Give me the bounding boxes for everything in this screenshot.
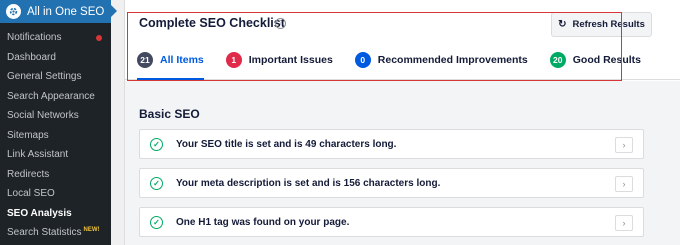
checklist-item[interactable]: ✓ Your SEO title is set and is 49 charac… xyxy=(139,129,644,159)
sidebar-header[interactable]: All in One SEO xyxy=(0,0,111,23)
tab-label: Recommended Improvements xyxy=(377,54,528,66)
tab-all-items[interactable]: 21 All Items xyxy=(137,52,204,80)
sidebar-item-label: Notifications xyxy=(7,32,62,44)
sidebar-item-dashboard[interactable]: Dashboard xyxy=(0,48,111,68)
refresh-button-label: Refresh Results xyxy=(572,19,645,30)
sidebar-item-label: Sitemaps xyxy=(7,129,49,141)
sidebar-item-label: General Settings xyxy=(7,71,82,83)
page-title: Complete SEO Checklist xyxy=(139,16,285,30)
admin-sidebar: All in One SEO Notifications Dashboard G… xyxy=(0,0,117,245)
sidebar-item-local-seo[interactable]: Local SEO xyxy=(0,184,111,204)
count-badge: 20 xyxy=(549,52,566,68)
sidebar-item-label: Local SEO xyxy=(7,188,55,200)
sidebar-item-search-appearance[interactable]: Search Appearance xyxy=(0,87,111,107)
sidebar-item-sitemaps[interactable]: Sitemaps xyxy=(0,126,111,146)
sidebar-item-link-assistant[interactable]: Link Assistant xyxy=(0,145,111,165)
section-title: Basic SEO xyxy=(139,107,200,121)
sidebar-item-label: Redirects xyxy=(7,168,50,180)
sidebar-item-redirects[interactable]: Redirects xyxy=(0,165,111,185)
sidebar-item-notifications[interactable]: Notifications xyxy=(0,28,111,48)
checklist-tabs: 21 All Items 1 Important Issues 0 Recomm… xyxy=(137,52,663,80)
sidebar-item-social-networks[interactable]: Social Networks xyxy=(0,106,111,126)
sidebar-item-label: Search Appearance xyxy=(7,90,95,102)
tab-label: Important Issues xyxy=(248,54,333,66)
chevron-right-icon[interactable]: › xyxy=(615,137,633,153)
seo-checklist-card: Complete SEO Checklist ? ↻ Refresh Resul… xyxy=(124,0,680,245)
checklist-item[interactable]: ✓ One H1 tag was found on your page. › xyxy=(139,207,644,237)
card-header: Complete SEO Checklist ? ↻ Refresh Resul… xyxy=(125,0,680,80)
check-circle-icon: ✓ xyxy=(150,137,163,151)
sidebar-item-seo-analysis[interactable]: SEO Analysis xyxy=(0,204,111,224)
chevron-right-icon[interactable]: › xyxy=(615,215,633,231)
aioseo-logo-icon xyxy=(6,4,21,19)
checklist-item[interactable]: ✓ Your meta description is set and is 15… xyxy=(139,168,644,198)
count-badge: 21 xyxy=(137,52,153,68)
refresh-icon: ↻ xyxy=(558,19,567,30)
refresh-results-button[interactable]: ↻ Refresh Results xyxy=(551,12,652,37)
sidebar-item-search-statistics[interactable]: Search Statistics NEW! xyxy=(0,223,111,243)
tab-good-results[interactable]: 20 Good Results xyxy=(549,52,642,80)
sidebar-item-label: Link Assistant xyxy=(7,149,69,161)
tab-important-issues[interactable]: 1 Important Issues xyxy=(225,52,333,80)
count-badge: 0 xyxy=(354,52,371,68)
checklist-item-text: One H1 tag was found on your page. xyxy=(176,216,350,228)
count-badge: 1 xyxy=(225,52,242,68)
checklist-item-text: Your meta description is set and is 156 … xyxy=(176,177,441,189)
question-circle-icon[interactable]: ? xyxy=(275,18,286,29)
sidebar-item-label: Dashboard xyxy=(7,51,56,63)
checklist-body: Basic SEO ✓ Your SEO title is set and is… xyxy=(125,81,680,245)
tab-label: All Items xyxy=(160,54,204,66)
sidebar-item-label: Social Networks xyxy=(7,110,79,122)
checklist-item-text: Your SEO title is set and is 49 characte… xyxy=(176,138,397,150)
sidebar-menu: Notifications Dashboard General Settings… xyxy=(0,23,111,243)
sidebar-item-general-settings[interactable]: General Settings xyxy=(0,67,111,87)
sidebar-item-label: SEO Analysis xyxy=(7,207,72,219)
chevron-right-icon[interactable]: › xyxy=(615,176,633,192)
sidebar-pointer xyxy=(111,5,117,17)
sidebar-title: All in One SEO xyxy=(27,5,105,18)
new-badge: NEW! xyxy=(83,226,100,233)
check-circle-icon: ✓ xyxy=(150,176,163,190)
notification-dot xyxy=(96,35,102,41)
sidebar-item-label: Search Statistics xyxy=(7,227,82,239)
tab-label: Good Results xyxy=(572,54,642,66)
check-circle-icon: ✓ xyxy=(150,215,163,229)
tab-recommended-improvements[interactable]: 0 Recommended Improvements xyxy=(354,52,528,80)
